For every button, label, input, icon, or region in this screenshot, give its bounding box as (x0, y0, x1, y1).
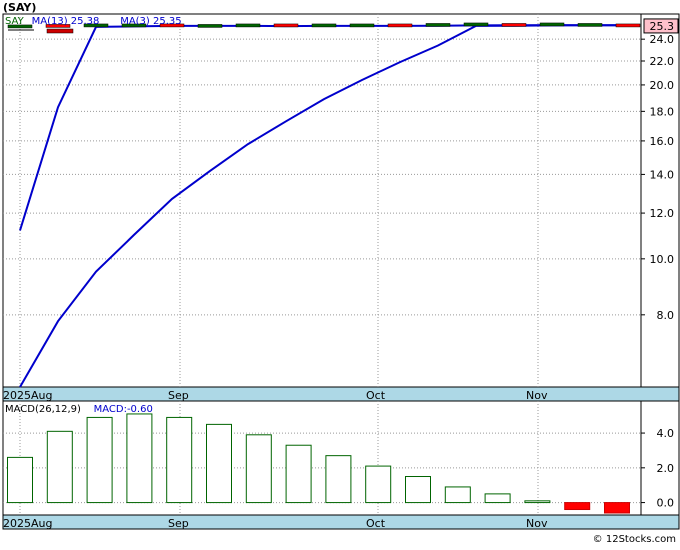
watermark: © 12Stocks.com (593, 534, 676, 545)
price-bar (197, 24, 223, 28)
macd-bar (285, 444, 312, 504)
legend-swatch (46, 28, 74, 34)
price-bar (425, 23, 451, 27)
y-tick-label: 8.0 (657, 309, 675, 322)
legend-entry: MA(3) 25.35 (120, 16, 181, 27)
y-tick-label: 4.0 (657, 427, 675, 440)
macd-bar (126, 413, 153, 504)
macd-bar (166, 416, 193, 504)
x-tick-label: 2025Aug (3, 517, 52, 530)
macd-bar (325, 455, 352, 504)
stock-chart: (SAY) © 12Stocks.com 2025Aug 2025Aug Sep Se… (0, 0, 680, 546)
legend-entry: MACD:-0.60 (94, 404, 153, 415)
price-bar (349, 23, 375, 28)
legend-entry: MA(13) 25.38 (32, 16, 100, 27)
x-tick-label: Oct (366, 389, 386, 402)
price-bar (273, 23, 299, 28)
price-panel-frame (2, 13, 680, 388)
macd-bar (604, 502, 630, 514)
macd-bar (564, 502, 591, 511)
price-bar (311, 23, 337, 28)
y-tick-label: 22.0 (650, 55, 675, 68)
macd-bar (444, 486, 471, 504)
macd-bar (484, 493, 511, 504)
y-tick-label: 0.0 (657, 497, 675, 510)
y-tick-label: 20.0 (650, 79, 675, 92)
macd-bar (524, 500, 551, 504)
y-tick-label: 2.0 (657, 462, 675, 475)
y-tick-label: 16.0 (650, 135, 675, 148)
macd-bar (245, 434, 272, 504)
chart-title: (SAY) (3, 1, 36, 14)
macd-bar (86, 416, 113, 504)
legend-entry: MACD(26,12,9) (5, 404, 81, 415)
price-bar (539, 22, 565, 27)
x-tick-label: Nov (526, 517, 548, 530)
date-axis-strip (2, 514, 680, 530)
y-tick-label: 12.0 (650, 207, 675, 220)
price-bar (463, 22, 489, 27)
y-tick-label: 18.0 (650, 105, 675, 118)
price-bar (501, 23, 527, 27)
y-tick-label: 10.0 (650, 253, 675, 266)
y-tick-label: 14.0 (650, 168, 675, 181)
legend-entry: SAY (5, 16, 25, 27)
macd-bar (365, 465, 392, 504)
price-bar (387, 23, 413, 28)
macd-bar (46, 430, 73, 504)
x-tick-label: 2025Aug (3, 389, 52, 402)
macd-bar (206, 423, 232, 504)
price-bar (235, 23, 261, 28)
y-tick-label: 24.0 (650, 33, 675, 46)
macd-bar (7, 456, 33, 504)
date-axis-strip (2, 386, 680, 402)
x-tick-label: Sep (168, 517, 189, 530)
x-tick-label: Oct (366, 517, 386, 530)
x-tick-label: Sep (168, 389, 189, 402)
chart-canvas: (SAY) © 12Stocks.com 2025Aug 2025Aug Sep Se… (2, 1, 680, 545)
price-bar (615, 23, 641, 28)
last-price-label: 25.3 (650, 20, 675, 33)
price-bar (577, 23, 603, 27)
macd-bar (405, 476, 431, 504)
x-tick-label: Nov (526, 389, 548, 402)
